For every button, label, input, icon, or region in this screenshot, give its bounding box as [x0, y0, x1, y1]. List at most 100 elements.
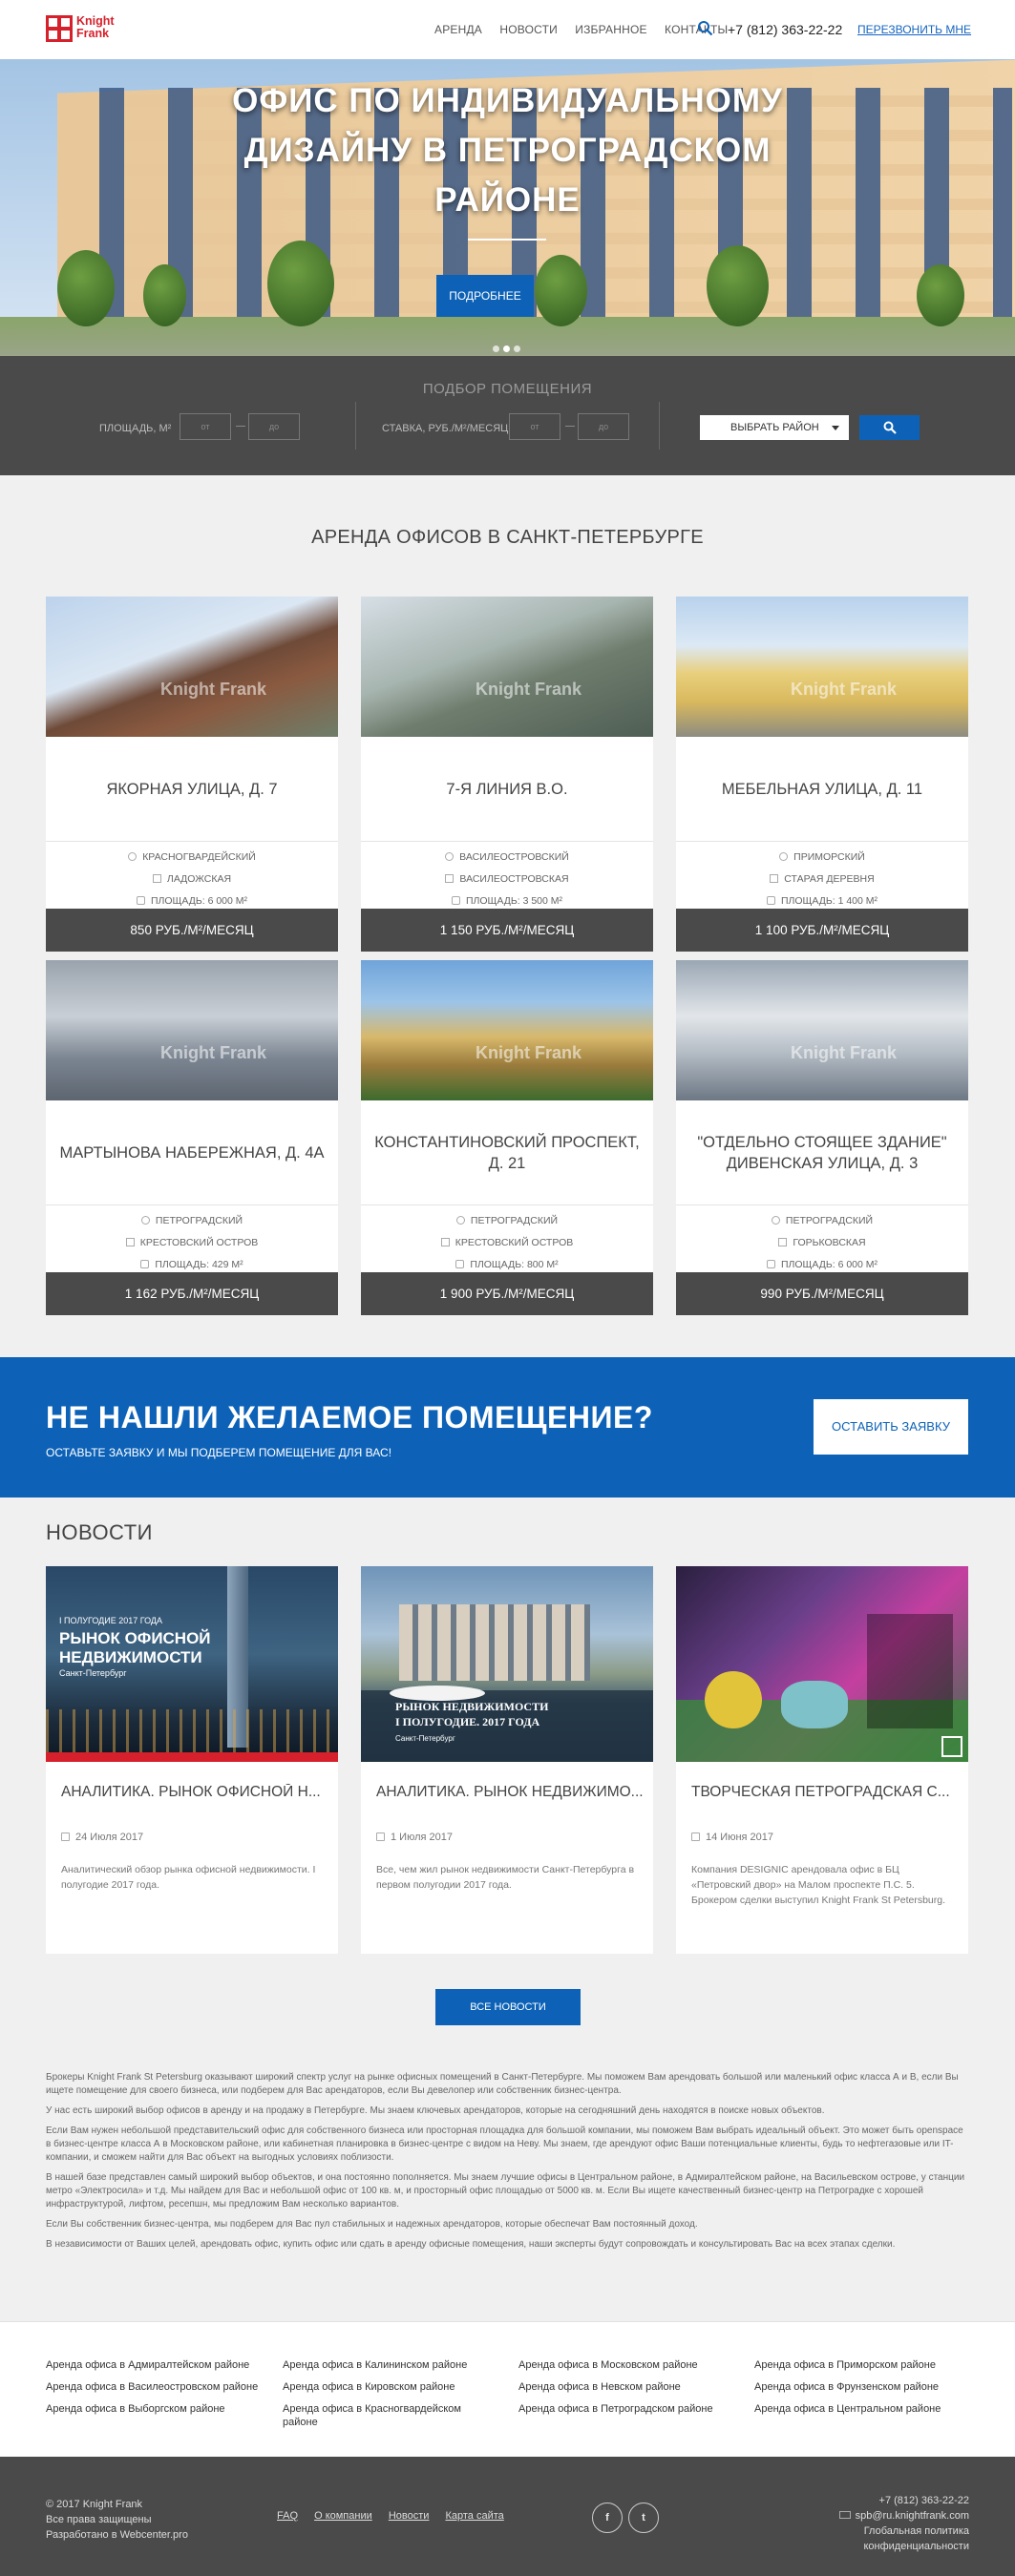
chevron-down-icon [832, 426, 839, 430]
office-price[interactable]: 850 РУБ./М²/МЕСЯЦ [46, 909, 338, 952]
footer-links: FAQ О компании Новости Карта сайта [277, 2510, 518, 2522]
news-title: НОВОСТИ [46, 1520, 153, 1544]
office-price[interactable]: 1 162 РУБ./М²/МЕСЯЦ [46, 1272, 338, 1315]
privacy-policy-link[interactable]: Глобальная политика [839, 2524, 969, 2539]
district-link[interactable]: Аренда офиса в Красногвардейском районе [283, 2398, 474, 2429]
office-district: ПРИМОРСКИЙ [793, 851, 865, 863]
district-link[interactable]: Аренда офиса в Московском районе [518, 2355, 738, 2377]
metro-icon [152, 874, 161, 883]
facebook-icon[interactable]: f [592, 2503, 623, 2533]
office-name[interactable]: 7-Я ЛИНИЯ В.О. [361, 737, 653, 842]
district-link[interactable]: Аренда офиса в Кировском районе [283, 2377, 474, 2398]
hero-more-button[interactable]: ПОДРОБНЕЕ [436, 275, 534, 317]
office-card[interactable]: Knight Frank МАРТЫНОВА НАБЕРЕЖНАЯ, Д. 4А П… [46, 960, 338, 1315]
office-card[interactable]: Knight Frank "ОТДЕЛЬНО СТОЯЩЕЕ ЗДАНИЕ" ДИ… [676, 960, 968, 1315]
district-link[interactable]: Аренда офиса в Невском районе [518, 2377, 738, 2398]
district-link[interactable]: Аренда офиса в Выборгском районе [46, 2398, 265, 2420]
leave-request-button[interactable]: ОСТАВИТЬ ЗАЯВКУ [814, 1399, 968, 1455]
office-card[interactable]: Knight Frank КОНСТАНТИНОВСКИЙ ПРОСПЕКТ, Д… [361, 960, 653, 1315]
office-card[interactable]: Knight Frank ЯКОРНАЯ УЛИЦА, Д. 7 КРАСНОГВА… [46, 597, 338, 952]
header-phone[interactable]: +7 (812) 363-22-22 [728, 22, 842, 37]
office-price[interactable]: 1 100 РУБ./М²/МЕСЯЦ [676, 909, 968, 952]
office-image: Knight Frank [676, 960, 968, 1100]
twitter-icon[interactable]: t [628, 2503, 659, 2533]
filter-search-button[interactable] [859, 415, 920, 440]
area-icon [455, 1260, 465, 1268]
footer-link-about[interactable]: О компании [314, 2510, 372, 2522]
logo-line-2: Frank [76, 27, 110, 40]
room-filter: ПОДБОР ПОМЕЩЕНИЯ ПЛОЩАДЬ, М² от до СТАВК… [0, 356, 1015, 475]
developer-credit[interactable]: Разработано в Webcenter.pro [46, 2527, 188, 2543]
news-card[interactable]: РЫНОК НЕДВИЖИМОСТИ I ПОЛУГОДИЕ. 2017 ГОД… [361, 1566, 653, 1954]
district-link[interactable]: Аренда офиса в Василеостровском районе [46, 2377, 265, 2398]
office-card[interactable]: Knight Frank МЕБЕЛЬНАЯ УЛИЦА, Д. 11 ПРИМОР… [676, 597, 968, 952]
slider-dot[interactable] [514, 346, 520, 352]
news-excerpt: Аналитический обзор рынка офисной недвиж… [61, 1864, 316, 1891]
office-name[interactable]: МЕБЕЛЬНАЯ УЛИЦА, Д. 11 [676, 737, 968, 842]
knight-frank-logo[interactable]: Knight Frank [46, 15, 122, 44]
slider-dot[interactable] [493, 346, 499, 352]
news-excerpt: Все, чем жил рынок недвижимости Санкт-Пе… [376, 1864, 635, 1891]
office-price[interactable]: 1 150 РУБ./М²/МЕСЯЦ [361, 909, 653, 952]
search-icon [883, 421, 897, 434]
privacy-policy-link[interactable]: конфиденциальности [839, 2539, 969, 2554]
metro-icon [440, 1238, 450, 1246]
office-metro: КРЕСТОВСКИЙ ОСТРОВ [455, 1237, 574, 1248]
office-name[interactable]: КОНСТАНТИНОВСКИЙ ПРОСПЕКТ, Д. 21 [361, 1100, 653, 1205]
seo-paragraph: В нашей базе представлен самый широкий в… [46, 2172, 965, 2209]
seo-paragraph: У нас есть широкий выбор офисов в аренду… [46, 2105, 825, 2116]
footer-link-sitemap[interactable]: Карта сайта [445, 2510, 503, 2522]
rate-label: СТАВКА, РУБ./М²/МЕСЯЦ [382, 423, 509, 434]
district-link[interactable]: Аренда офиса в Приморском районе [754, 2355, 974, 2377]
office-card[interactable]: Knight Frank 7-Я ЛИНИЯ В.О. ВАСИЛЕОСТРОВСК… [361, 597, 653, 952]
nav-rent[interactable]: АРЕНДА [434, 23, 482, 36]
copyright: © 2017 Knight Frank [46, 2499, 143, 2510]
district-link[interactable]: Аренда офиса в Калининском районе [283, 2355, 474, 2377]
district-select[interactable]: ВЫБРАТЬ РАЙОН [700, 415, 849, 440]
district-link[interactable]: Аренда офиса в Центральном районе [754, 2398, 974, 2420]
footer-email[interactable]: spb@ru.knightfrank.com [856, 2510, 969, 2522]
tree-image [535, 255, 587, 326]
location-pin-icon [140, 1216, 150, 1225]
news-card[interactable]: I ПОЛУГОДИЕ 2017 ГОДА РЫНОК ОФИСНОЙ НЕДВ… [46, 1566, 338, 1954]
search-icon[interactable] [697, 20, 713, 36]
district-link[interactable]: Аренда офиса в Петроградском районе [518, 2398, 738, 2420]
nav-favorites[interactable]: ИЗБРАННОЕ [575, 23, 646, 36]
footer-phone[interactable]: +7 (812) 363-22-22 [839, 2493, 969, 2508]
news-date: 14 Июня 2017 [706, 1832, 774, 1843]
watermark: Knight Frank [791, 680, 897, 699]
news-excerpt: Компания DESIGNIC арендовала офис в БЦ «… [691, 1864, 946, 1906]
cta-heading: НЕ НАШЛИ ЖЕЛАЕМОЕ ПОМЕЩЕНИЕ? [46, 1400, 653, 1435]
news-card-title[interactable]: ТВОРЧЕСКАЯ ПЕТРОГРАДСКАЯ С... [691, 1784, 959, 1801]
district-link[interactable]: Аренда офиса в Фрунзенском районе [754, 2377, 974, 2398]
footer-link-faq[interactable]: FAQ [277, 2510, 298, 2522]
slider-dot[interactable] [503, 346, 510, 352]
news-card[interactable]: ТВОРЧЕСКАЯ ПЕТРОГРАДСКАЯ С... 14 Июня 20… [676, 1566, 968, 1954]
callback-link[interactable]: ПЕРЕЗВОНИТЬ МНЕ [857, 23, 971, 36]
office-price[interactable]: 990 РУБ./М²/МЕСЯЦ [676, 1272, 968, 1315]
watermark: Knight Frank [160, 680, 266, 699]
mail-icon [838, 2511, 851, 2519]
logo-mark-icon [46, 15, 73, 42]
cta-subtext: ОСТАВЬТЕ ЗАЯВКУ И МЫ ПОДБЕРЕМ ПОМЕЩЕНИЕ … [46, 1446, 392, 1459]
area-to-input[interactable]: до [248, 413, 300, 440]
seo-paragraph: Если Вы собственник бизнес-центра, мы по… [46, 2219, 698, 2230]
all-news-button[interactable]: ВСЕ НОВОСТИ [435, 1989, 581, 2025]
rate-from-input[interactable]: от [509, 413, 560, 440]
area-from-input[interactable]: от [180, 413, 231, 440]
footer-link-news[interactable]: Новости [389, 2510, 430, 2522]
office-price[interactable]: 1 900 РУБ./М²/МЕСЯЦ [361, 1272, 653, 1315]
rate-to-input[interactable]: до [578, 413, 629, 440]
offices-title: АРЕНДА ОФИСОВ В САНКТ-ПЕТЕРБУРГЕ [311, 527, 704, 548]
office-name[interactable]: "ОТДЕЛЬНО СТОЯЩЕЕ ЗДАНИЕ" ДИВЕНСКАЯ УЛИЦ… [676, 1100, 968, 1205]
location-pin-icon [128, 852, 137, 861]
office-name[interactable]: ЯКОРНАЯ УЛИЦА, Д. 7 [46, 737, 338, 842]
nav-news[interactable]: НОВОСТИ [499, 23, 558, 36]
metro-icon [770, 874, 779, 883]
office-name[interactable]: МАРТЫНОВА НАБЕРЕЖНАЯ, Д. 4А [46, 1100, 338, 1205]
site-header: Knight Frank АРЕНДА НОВОСТИ ИЗБРАННОЕ КОН… [0, 0, 1015, 59]
district-link[interactable]: Аренда офиса в Адмиралтейском районе [46, 2355, 265, 2377]
news-card-title[interactable]: АНАЛИТИКА. РЫНОК ОФИСНОЙ Н... [61, 1784, 328, 1801]
office-district: ПЕТРОГРАДСКИЙ [470, 1215, 559, 1226]
news-card-title[interactable]: АНАЛИТИКА. РЫНОК НЕДВИЖИМО... [376, 1784, 644, 1801]
